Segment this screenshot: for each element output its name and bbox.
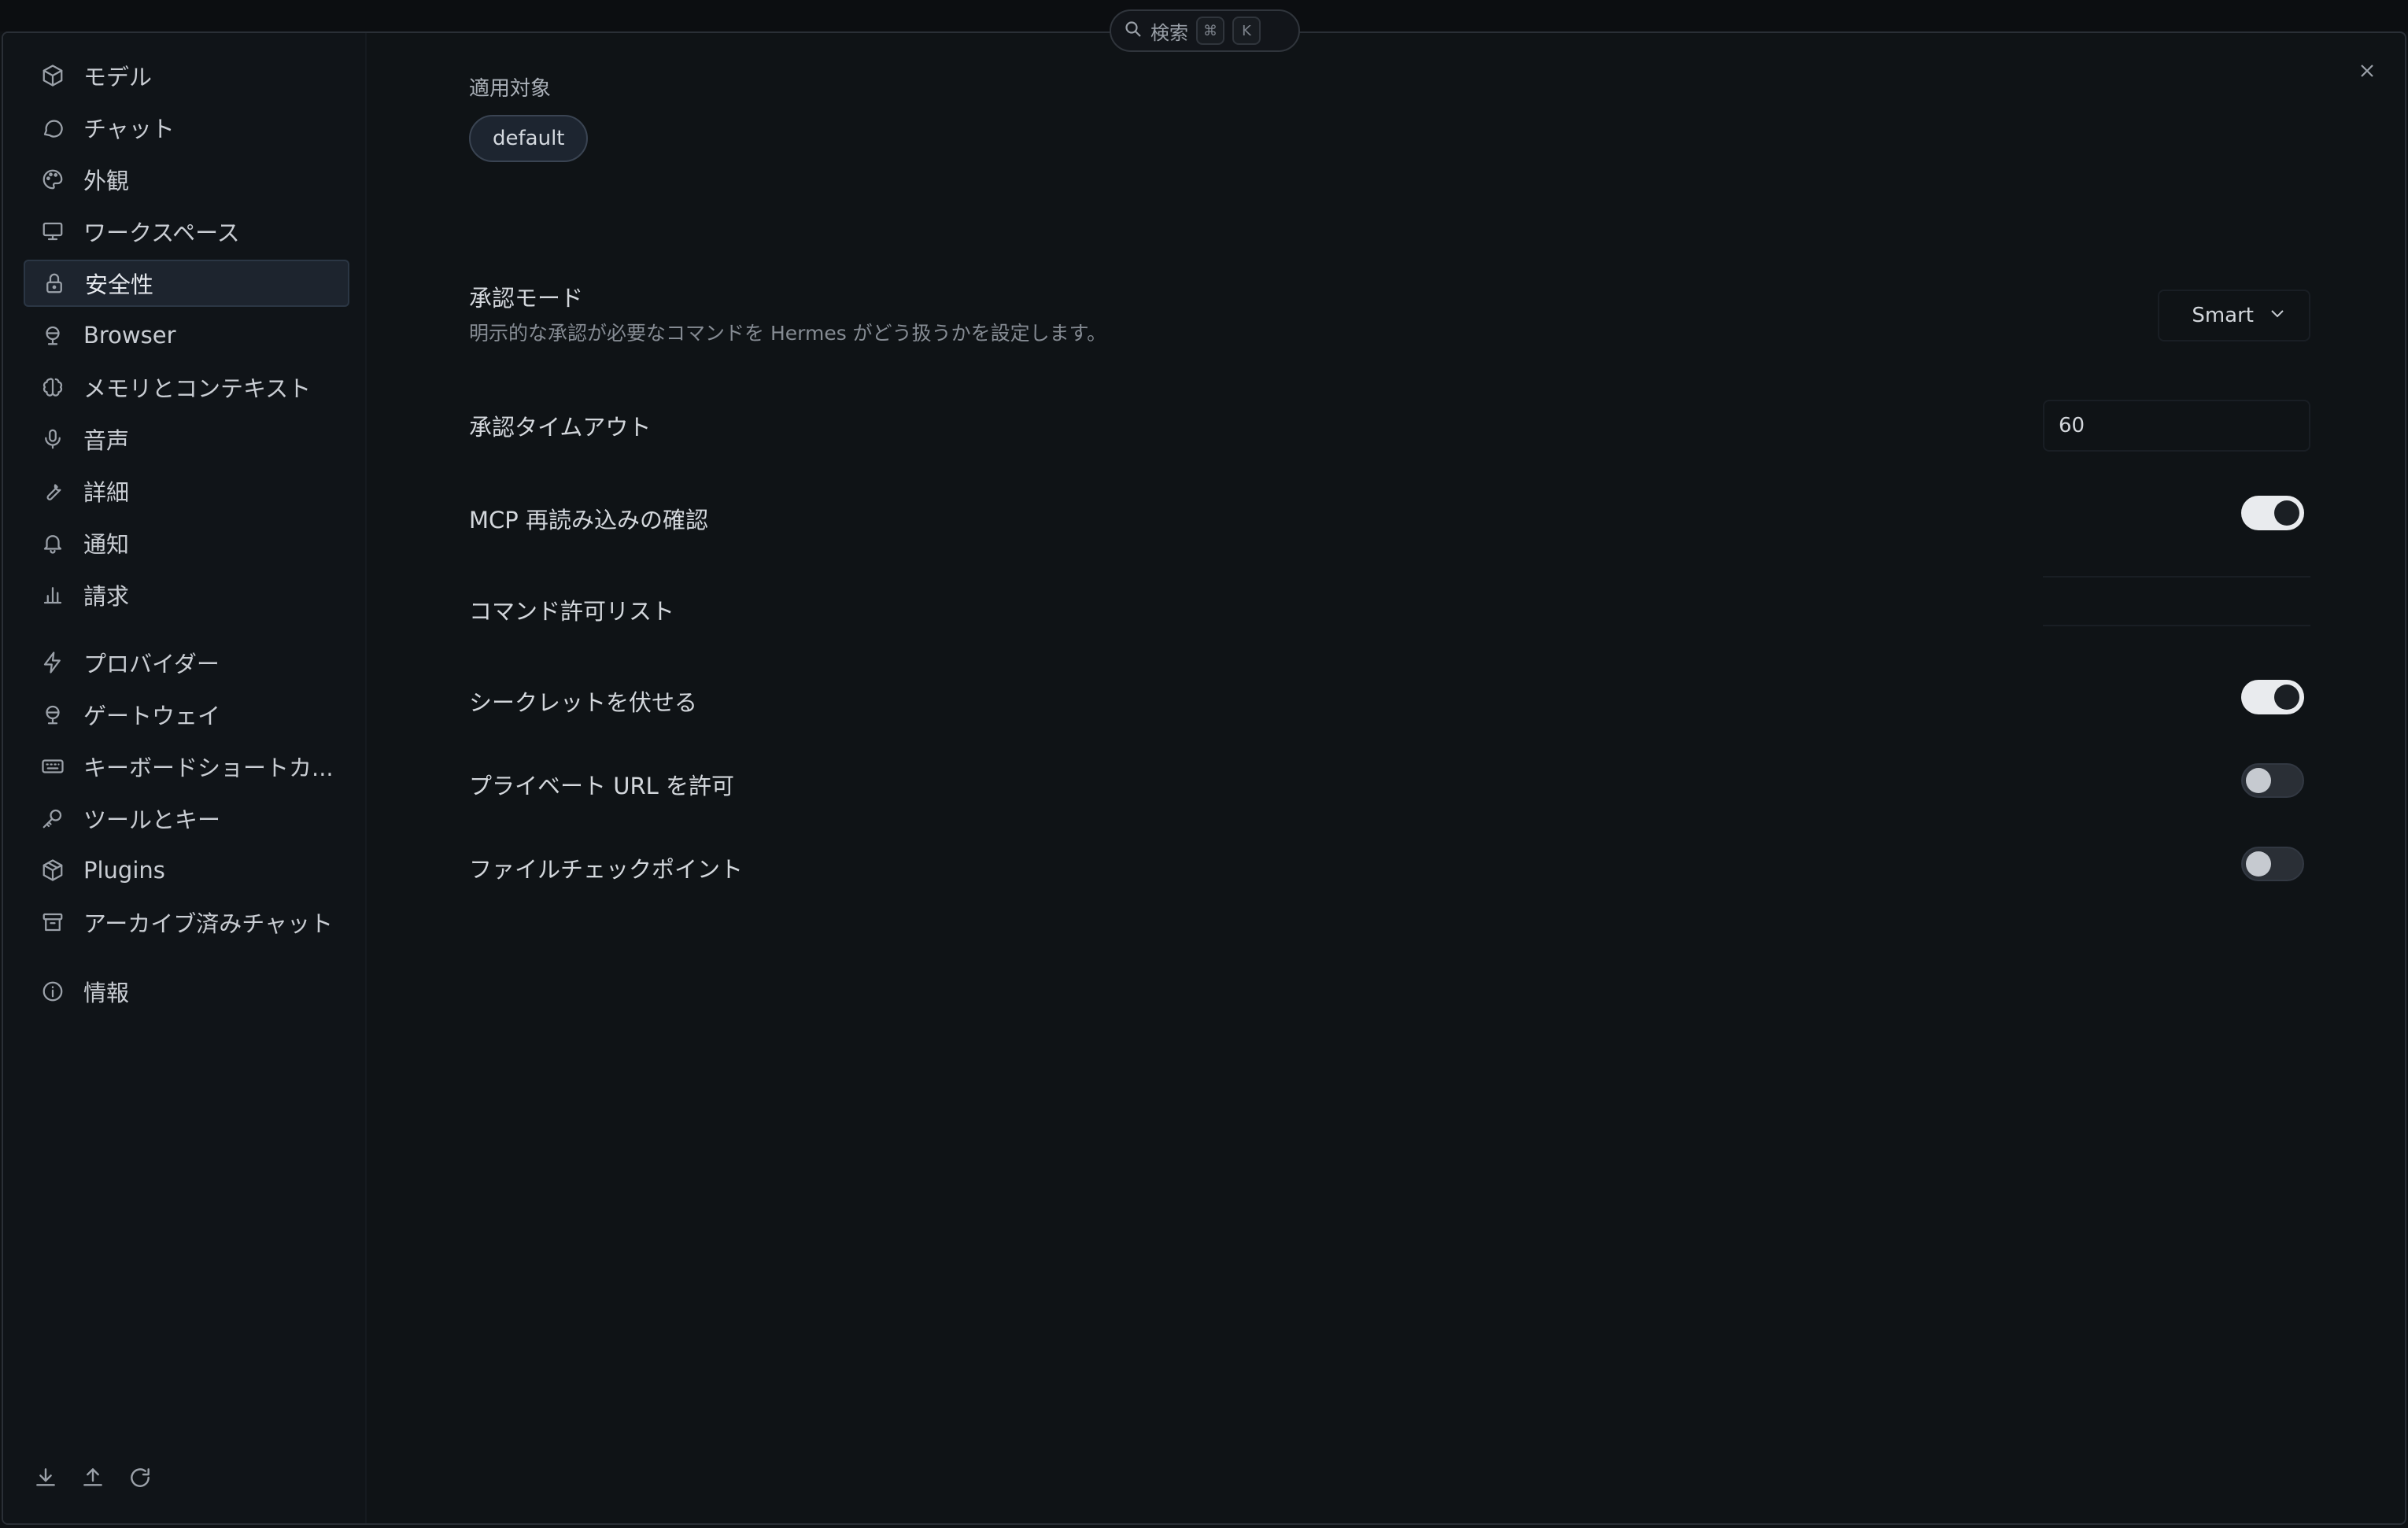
sidebar-item-appearance[interactable]: 外観 [24,156,349,203]
applies-to-label: 適用対象 [469,77,552,101]
sidebar-item-chat[interactable]: チャット [24,104,349,151]
approval-mode-value: Smart [2192,304,2254,327]
sidebar-item-label: 請求 [83,583,130,610]
sidebar-item-tools-keys[interactable]: ツールとキー [24,795,349,842]
bar-chart-icon [39,581,66,608]
mask-secrets-toggle[interactable] [2241,680,2304,714]
sidebar-item-label: モデル [83,64,153,90]
search-label: 検索 [1150,21,1188,44]
sidebar-item-label: 外観 [83,168,130,194]
mask-secrets-title: シークレットを伏せる [469,689,698,716]
microphone-icon [39,426,66,452]
close-button[interactable] [2350,54,2384,88]
close-icon [2361,65,2373,77]
sidebar-item-label: ワークスペース [83,220,240,246]
sidebar-item-label: キーボードショートカ... [83,755,334,781]
monitor-icon [39,218,66,245]
toggle-knob [2274,500,2299,526]
sidebar-item-label: ツールとキー [83,806,221,833]
cube-icon [39,62,66,89]
keyboard-icon [39,753,66,780]
globe-icon [39,701,66,728]
mcp-reload-confirm-toggle[interactable] [2241,496,2304,530]
sidebar-item-billing[interactable]: 請求 [24,571,349,618]
sidebar-item-label: チャット [83,116,175,142]
approval-timeout-title: 承認タイムアウト [469,414,652,441]
sidebar-item-safety[interactable]: 安全性 [24,260,349,307]
sidebar-item-voice[interactable]: 音声 [24,415,349,463]
info-icon [39,978,66,1005]
approval-mode-title: 承認モード [469,285,584,312]
approval-timeout-input[interactable]: 60 [2043,400,2310,452]
sidebar-item-label: 安全性 [85,271,154,298]
upload-icon[interactable] [80,1465,105,1493]
brain-icon [39,374,66,400]
key-icon [39,805,66,832]
sidebar-item-label: アーカイブ済みチャット [83,910,333,937]
k-key-badge: K [1232,17,1261,45]
file-checkpoints-title: ファイルチェックポイント [469,856,744,883]
sidebar-item-label: ゲートウェイ [83,703,221,729]
sidebar-item-gateway[interactable]: ゲートウェイ [24,691,349,738]
sidebar-item-label: 音声 [83,427,130,454]
globe-icon [39,322,66,349]
sidebar-item-model[interactable]: モデル [24,52,349,99]
approval-mode-select[interactable]: Smart [2158,290,2310,341]
lock-icon [41,270,68,297]
sidebar-item-providers[interactable]: プロバイダー [24,639,349,686]
mcp-reload-confirm-title: MCP 再読み込みの確認 [469,507,708,533]
toggle-knob [2246,768,2271,793]
safety-settings-panel: 適用対象 default 承認モード 明示的な承認が必要なコマンドを Herme… [367,33,2405,1523]
sidebar-item-workspace[interactable]: ワークスペース [24,208,349,255]
package-icon [39,857,66,884]
allow-private-url-title: プライベート URL を許可 [469,773,734,799]
allow-private-url-toggle[interactable] [2241,763,2304,798]
sidebar-item-browser[interactable]: Browser [24,312,349,359]
lightning-icon [39,649,66,676]
sidebar-item-notifications[interactable]: 通知 [24,519,349,567]
wrench-icon [39,478,66,504]
sidebar-item-label: プロバイダー [83,651,220,677]
refresh-icon[interactable] [127,1465,153,1493]
search-button[interactable]: 検索 ⌘ K [1110,9,1300,52]
toggle-knob [2246,851,2271,877]
sidebar-item-label: Browser [83,322,176,349]
sidebar-item-memory-context[interactable]: メモリとコンテキスト [24,364,349,411]
sidebar-item-label: 情報 [83,980,130,1006]
sidebar-item-advanced[interactable]: 詳細 [24,467,349,515]
palette-icon [39,166,66,193]
sidebar-item-label: 通知 [83,531,130,558]
sidebar-item-label: Plugins [83,857,165,884]
settings-sidebar: モデル チャット 外観 ワークスペース 安全性 Browser メモリとコンテキ… [3,33,367,1523]
command-key-badge: ⌘ [1196,17,1224,45]
profile-chip[interactable]: default [469,115,589,162]
command-allowlist-title: コマンド許可リスト [469,598,675,625]
download-icon[interactable] [33,1465,58,1493]
bell-icon [39,530,66,556]
archive-icon [39,909,66,936]
chevron-down-icon [2268,304,2287,328]
command-allowlist-input[interactable] [2043,576,2310,626]
sidebar-item-about[interactable]: 情報 [24,968,349,1015]
settings-modal: モデル チャット 外観 ワークスペース 安全性 Browser メモリとコンテキ… [2,31,2406,1525]
search-icon [1124,20,1143,42]
toggle-knob [2274,685,2299,710]
sidebar-footer [33,1465,153,1493]
sidebar-item-plugins[interactable]: Plugins [24,847,349,894]
sidebar-item-archived-chats[interactable]: アーカイブ済みチャット [24,899,349,946]
sidebar-item-keyboard-shortcuts[interactable]: キーボードショートカ... [24,743,349,790]
approval-mode-description: 明示的な承認が必要なコマンドを Hermes がどう扱うかを設定します。 [469,322,1107,345]
file-checkpoints-toggle[interactable] [2241,847,2304,881]
sidebar-item-label: メモリとコンテキスト [83,375,312,402]
sidebar-item-label: 詳細 [83,479,130,506]
chat-bubble-icon [39,114,66,141]
